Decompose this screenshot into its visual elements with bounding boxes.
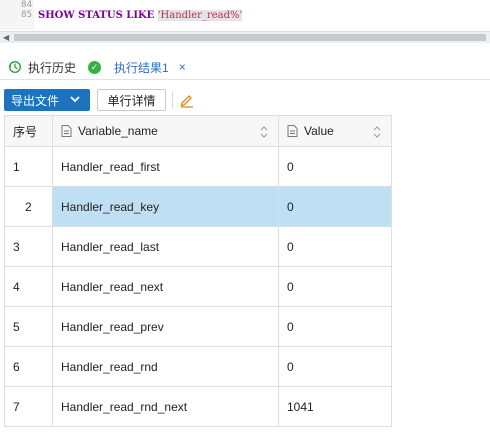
column-header-label: Variable_name	[78, 124, 158, 138]
code-line[interactable]: SHOW STATUS LIKE 'Handler_read%'	[38, 10, 243, 21]
column-header-index[interactable]: 序号	[4, 115, 53, 147]
row-detail-button[interactable]: 单行详情	[97, 89, 166, 111]
result-tabs: 执行历史 ✓ 执行结果1 ×	[0, 55, 490, 79]
variable-name-cell[interactable]: Handler_read_key	[52, 186, 279, 227]
sql-editor[interactable]: 84 85 SHOW STATUS LIKE 'Handler_read%'	[0, 0, 490, 30]
grid-header-row: 序号 Variable_name Value	[4, 115, 392, 147]
tab-result-label: 执行结果1	[114, 60, 169, 75]
toolbar-divider	[172, 91, 173, 109]
variable-name-cell[interactable]: Handler_read_first	[52, 146, 279, 187]
column-header-value[interactable]: Value	[278, 115, 392, 147]
history-icon	[8, 60, 22, 74]
result-toolbar: 导出文件 单行详情	[0, 84, 490, 114]
value-cell[interactable]: 0	[278, 186, 392, 227]
variable-name-cell[interactable]: Handler_read_rnd_next	[52, 386, 279, 427]
line-number-gutter: 84 85	[0, 0, 34, 30]
table-row[interactable]: 5 Handler_read_prev 0	[4, 306, 392, 347]
close-tab-icon[interactable]: ×	[179, 60, 186, 74]
row-number[interactable]: 1	[4, 146, 53, 187]
value-cell[interactable]: 0	[278, 266, 392, 307]
row-number[interactable]: 2	[4, 186, 53, 227]
table-row-selected[interactable]: 2 Handler_read_key 0	[4, 186, 392, 227]
row-number[interactable]: 6	[4, 346, 53, 387]
line-number: 85	[21, 10, 32, 20]
tab-result-1[interactable]: ✓ 执行结果1 ×	[88, 55, 186, 79]
export-file-label: 导出文件	[11, 93, 60, 108]
tab-history-label: 执行历史	[28, 60, 77, 75]
row-number[interactable]: 3	[4, 226, 53, 267]
document-icon	[287, 125, 298, 137]
value-cell[interactable]: 0	[278, 146, 392, 187]
chevron-down-icon	[70, 96, 80, 103]
sort-icon[interactable]	[373, 125, 381, 139]
line-number: 84	[21, 0, 32, 10]
variable-name-cell[interactable]: Handler_read_last	[52, 226, 279, 267]
sort-icon[interactable]	[260, 125, 268, 139]
document-icon	[61, 125, 72, 137]
table-row[interactable]: 1 Handler_read_first 0	[4, 146, 392, 187]
column-header-label: Value	[304, 124, 334, 138]
export-file-button[interactable]: 导出文件	[4, 89, 90, 111]
scrollbar-thumb[interactable]	[14, 34, 486, 41]
scroll-left-icon[interactable]: ◀	[3, 33, 9, 42]
sql-keyword: SHOW STATUS LIKE	[38, 10, 158, 21]
row-number[interactable]: 4	[4, 266, 53, 307]
column-header-variable-name[interactable]: Variable_name	[52, 115, 279, 147]
table-row[interactable]: 3 Handler_read_last 0	[4, 226, 392, 267]
row-detail-label: 单行详情	[107, 93, 156, 108]
column-header-label: 序号	[13, 124, 38, 139]
sql-string: 'Handler_read%'	[157, 10, 243, 21]
tab-history[interactable]: 执行历史	[8, 55, 76, 79]
row-number[interactable]: 5	[4, 306, 53, 347]
variable-name-cell[interactable]: Handler_read_prev	[52, 306, 279, 347]
result-grid: 序号 Variable_name Value 1 Handler_read_fi…	[4, 115, 392, 427]
edit-pencil-icon[interactable]	[179, 92, 195, 108]
table-row[interactable]: 7 Handler_read_rnd_next 1041	[4, 386, 392, 427]
value-cell[interactable]: 0	[278, 226, 392, 267]
value-cell[interactable]: 0	[278, 346, 392, 387]
table-row[interactable]: 4 Handler_read_next 0	[4, 266, 392, 307]
row-number[interactable]: 7	[4, 386, 53, 427]
value-cell[interactable]: 1041	[278, 386, 392, 427]
success-check-icon: ✓	[88, 60, 101, 74]
table-row[interactable]: 6 Handler_read_rnd 0	[4, 346, 392, 387]
editor-horizontal-scrollbar[interactable]: ◀	[0, 31, 490, 43]
variable-name-cell[interactable]: Handler_read_next	[52, 266, 279, 307]
value-cell[interactable]: 0	[278, 306, 392, 347]
variable-name-cell[interactable]: Handler_read_rnd	[52, 346, 279, 387]
tab-divider	[0, 79, 490, 80]
